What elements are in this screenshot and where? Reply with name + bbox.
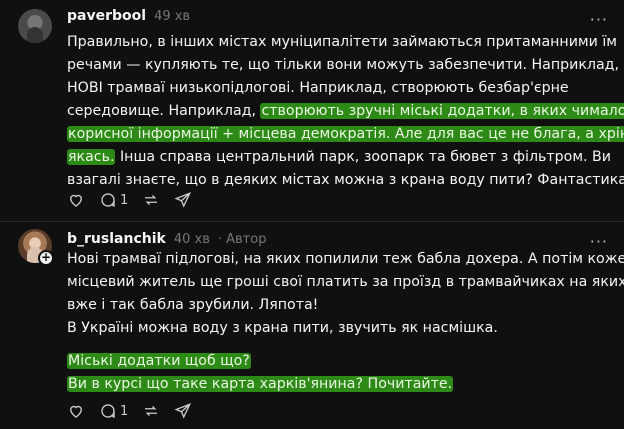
text-line: речами — купляють те, що тільки вони мож… bbox=[67, 57, 619, 73]
repost-button[interactable] bbox=[142, 402, 160, 420]
text-span: Інша справа центральний парк, зоопарк та… bbox=[115, 149, 611, 165]
comment-icon bbox=[101, 193, 115, 208]
comment-icon bbox=[101, 404, 115, 419]
reply-count: 1 bbox=[120, 403, 129, 419]
repost-icon bbox=[145, 406, 158, 416]
comment-actions: 1 bbox=[67, 191, 206, 209]
share-button[interactable] bbox=[174, 191, 192, 209]
heart-icon bbox=[70, 194, 82, 207]
text-line: якась. Інша справа центральний парк, зоо… bbox=[67, 146, 615, 169]
comment-item: + b_ruslanchik 40 хв · Автор ··· Нові тр… bbox=[0, 222, 624, 429]
repost-icon bbox=[145, 195, 158, 205]
highlighted-text: Міські додатки щоб що? bbox=[67, 353, 251, 369]
text-line: Ви в курсі що таке карта харків'янина? П… bbox=[67, 373, 615, 396]
text-line: середовище. Наприклад, створюють зручні … bbox=[67, 100, 624, 123]
reply-button[interactable]: 1 bbox=[99, 191, 128, 209]
comment-text: Правильно, в інших містах муніципалітети… bbox=[67, 31, 624, 192]
highlighted-text: створюють зручні міські додатки, в яких … bbox=[260, 103, 624, 119]
username[interactable]: b_ruslanchik bbox=[67, 231, 166, 247]
follow-plus-icon[interactable]: + bbox=[38, 250, 54, 266]
timestamp: 49 хв bbox=[154, 9, 191, 24]
reply-button[interactable]: 1 bbox=[99, 402, 128, 420]
timestamp: 40 хв bbox=[173, 232, 210, 247]
text-line: Міські додатки щоб що? bbox=[67, 350, 615, 373]
text-line: НОВІ трамваї низькопідлогові. Наприклад,… bbox=[67, 80, 569, 96]
comment-text: Нові трамваї підлогові, на яких попилили… bbox=[67, 248, 624, 396]
reply-count: 1 bbox=[120, 192, 129, 208]
send-icon bbox=[174, 192, 192, 208]
comment-thread: paverbool 49 хв ··· Правильно, в інших м… bbox=[0, 0, 624, 429]
heart-icon bbox=[70, 405, 82, 418]
username[interactable]: paverbool bbox=[67, 8, 146, 24]
text-line: В Україні можна воду з крана пити, звучи… bbox=[67, 320, 498, 336]
text-line: місцевий житель ще гроші свої платить за… bbox=[67, 274, 624, 290]
text-line: Нові трамваї підлогові, на яких попилили… bbox=[67, 251, 624, 267]
comment-actions: 1 bbox=[67, 402, 206, 420]
text-line: Правильно, в інших містах муніципалітети… bbox=[67, 34, 618, 50]
comment-header: paverbool 49 хв bbox=[67, 8, 190, 24]
share-button[interactable] bbox=[174, 402, 192, 420]
highlighted-text: якась. bbox=[67, 149, 116, 165]
highlighted-text: Ви в курсі що таке карта харків'янина? П… bbox=[67, 376, 454, 392]
more-options-icon[interactable]: ··· bbox=[590, 10, 608, 29]
text-line: корисної інформації + місцева демократія… bbox=[67, 123, 624, 146]
author-badge: · Автор bbox=[217, 232, 267, 247]
send-icon bbox=[174, 403, 192, 419]
text-line: вже і так бабла зрубили. Ляпота! bbox=[67, 297, 319, 313]
highlighted-text: корисної інформації + місцева демократія… bbox=[67, 126, 624, 142]
comment-item: paverbool 49 хв ··· Правильно, в інших м… bbox=[0, 0, 624, 222]
avatar[interactable] bbox=[18, 9, 52, 43]
text-line: взагалі знаєте, що в деяких містах можна… bbox=[67, 172, 624, 188]
like-button[interactable] bbox=[67, 402, 85, 420]
text-span: середовище. Наприклад, bbox=[67, 103, 256, 119]
comment-header: b_ruslanchik 40 хв · Автор bbox=[67, 231, 266, 247]
like-button[interactable] bbox=[67, 191, 85, 209]
repost-button[interactable] bbox=[142, 191, 160, 209]
